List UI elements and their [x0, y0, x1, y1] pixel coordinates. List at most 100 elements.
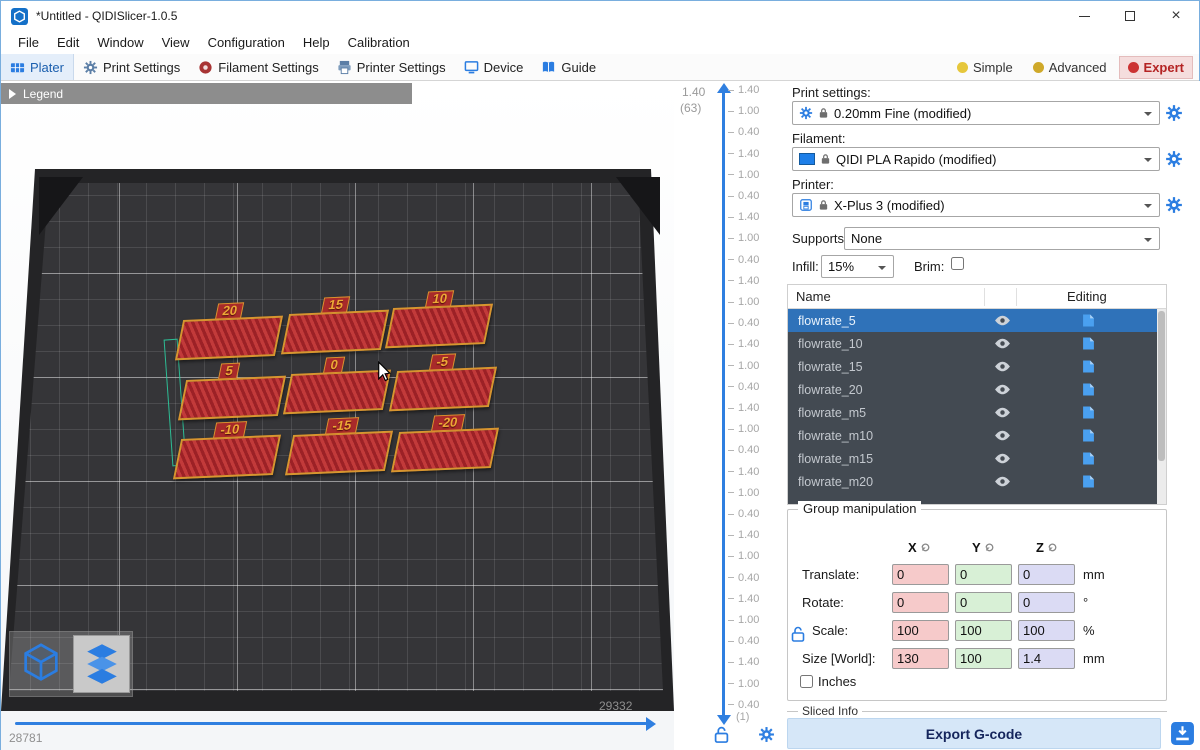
inches-toggle[interactable]: Inches [800, 674, 856, 689]
edit-object-icon[interactable] [1082, 314, 1095, 327]
reset-x-icon[interactable] [920, 542, 931, 553]
translate-y-field[interactable] [955, 564, 1012, 585]
size-y-field[interactable] [955, 648, 1012, 669]
translate-z-field[interactable] [1018, 564, 1075, 585]
menu-window[interactable]: Window [88, 33, 152, 52]
layer-slider-down-arrow-icon[interactable] [717, 715, 731, 725]
object-row-flowrate_10[interactable]: flowrate_10 [788, 332, 1157, 355]
flowrate-tile-5[interactable]: 5 [178, 376, 286, 421]
object-row-flowrate_20[interactable]: flowrate_20 [788, 378, 1157, 401]
mode-expert[interactable]: Expert [1119, 56, 1193, 79]
uniform-scale-lock-icon[interactable] [791, 626, 805, 643]
inches-checkbox[interactable] [800, 675, 813, 688]
menu-edit[interactable]: Edit [48, 33, 88, 52]
size-x-field[interactable] [892, 648, 949, 669]
rotate-y-field[interactable] [955, 592, 1012, 613]
scale-z-field[interactable] [1018, 620, 1075, 641]
menu-help[interactable]: Help [294, 33, 339, 52]
printer-edit-gear-icon[interactable] [1165, 196, 1183, 214]
edit-object-icon[interactable] [1082, 406, 1095, 419]
tab-filament-settings[interactable]: Filament Settings [189, 54, 327, 80]
object-row-flowrate_m10[interactable]: flowrate_m10 [788, 424, 1157, 447]
maximize-button[interactable] [1107, 1, 1153, 31]
object-name: flowrate_20 [798, 383, 863, 397]
menu-file[interactable]: File [9, 33, 48, 52]
object-row-flowrate_15[interactable]: flowrate_15 [788, 355, 1157, 378]
layer-settings-gear-icon[interactable] [758, 726, 775, 743]
minimize-button[interactable] [1061, 1, 1107, 31]
flowrate-tile-15[interactable]: 15 [281, 310, 389, 355]
size-z-field[interactable] [1018, 648, 1075, 669]
layer-lock-icon[interactable] [714, 726, 729, 743]
tab-plater[interactable]: Plater [1, 54, 74, 80]
layer-top-index: (63) [680, 101, 701, 115]
edit-object-icon[interactable] [1082, 383, 1095, 396]
flowrate-tile--20[interactable]: -20 [391, 428, 499, 473]
edit-object-icon[interactable] [1082, 475, 1095, 488]
printer-combo[interactable]: X-Plus 3 (modified) [792, 193, 1160, 217]
object-row-flowrate_m5[interactable]: flowrate_m5 [788, 401, 1157, 424]
legend-bar[interactable]: Legend [1, 83, 412, 104]
edit-object-icon[interactable] [1082, 452, 1095, 465]
visibility-eye-icon[interactable] [994, 384, 1011, 395]
tab-guide[interactable]: Guide [532, 54, 605, 80]
filament-edit-gear-icon[interactable] [1165, 150, 1183, 168]
edit-object-icon[interactable] [1082, 337, 1095, 350]
flowrate-tile-0[interactable]: 0 [283, 370, 391, 415]
reset-z-icon[interactable] [1047, 542, 1058, 553]
reset-y-icon[interactable] [984, 542, 995, 553]
scale-y-field[interactable] [955, 620, 1012, 641]
view-layers-button[interactable] [73, 635, 130, 693]
right-sidebar: Print settings: 0.20mm Fine (modified) F… [784, 81, 1200, 750]
filament-combo[interactable]: QIDI PLA Rapido (modified) [792, 147, 1160, 171]
brim-checkbox[interactable] [951, 257, 964, 270]
print-settings-combo[interactable]: 0.20mm Fine (modified) [792, 101, 1160, 125]
supports-value: None [851, 231, 882, 246]
edit-object-icon[interactable] [1082, 360, 1095, 373]
scale-x-field[interactable] [892, 620, 949, 641]
horizontal-slider-arrow-icon[interactable] [646, 717, 656, 731]
object-list-scrollbar[interactable] [1157, 309, 1166, 504]
layer-tick-label: 1.40 [728, 337, 759, 351]
scrollbar-thumb[interactable] [1158, 311, 1165, 461]
visibility-eye-icon[interactable] [994, 315, 1011, 326]
visibility-eye-icon[interactable] [994, 361, 1011, 372]
menu-configuration[interactable]: Configuration [199, 33, 294, 52]
menu-view[interactable]: View [153, 33, 199, 52]
view-3d-button[interactable] [12, 635, 69, 693]
rotate-z-field[interactable] [1018, 592, 1075, 613]
tile-value-label: -5 [429, 353, 456, 370]
visibility-eye-icon[interactable] [994, 338, 1011, 349]
infill-combo[interactable]: 15% [821, 255, 894, 278]
visibility-eye-icon[interactable] [994, 407, 1011, 418]
export-gcode-button[interactable]: Export G-code [787, 718, 1161, 749]
flowrate-tile--5[interactable]: -5 [389, 367, 497, 412]
visibility-eye-icon[interactable] [994, 453, 1011, 464]
tab-printer-settings[interactable]: Printer Settings [328, 54, 455, 80]
menu-calibration[interactable]: Calibration [339, 33, 419, 52]
tab-print-settings[interactable]: Print Settings [74, 54, 189, 80]
flowrate-tile--15[interactable]: -15 [285, 431, 393, 476]
horizontal-move-slider[interactable] [15, 722, 647, 725]
object-row-flowrate_5[interactable]: flowrate_5 [788, 309, 1157, 332]
visibility-eye-icon[interactable] [994, 476, 1011, 487]
close-button[interactable]: × [1153, 1, 1199, 31]
export-to-sd-icon[interactable] [1170, 721, 1195, 746]
viewport-3d[interactable]: 20151050-5-10-15-20 Legend 29332 28781 [1, 81, 674, 750]
edit-object-icon[interactable] [1082, 429, 1095, 442]
layer-slider[interactable] [722, 93, 725, 715]
translate-label: Translate: [802, 567, 859, 582]
flowrate-tile--10[interactable]: -10 [173, 435, 281, 480]
object-row-flowrate_m15[interactable]: flowrate_m15 [788, 447, 1157, 470]
mode-simple[interactable]: Simple [949, 57, 1021, 78]
rotate-x-field[interactable] [892, 592, 949, 613]
supports-combo[interactable]: None [844, 227, 1160, 250]
flowrate-tile-10[interactable]: 10 [385, 304, 493, 349]
mode-advanced[interactable]: Advanced [1025, 57, 1115, 78]
tab-device[interactable]: Device [455, 54, 533, 80]
object-row-flowrate_m20[interactable]: flowrate_m20 [788, 470, 1157, 493]
flowrate-tile-20[interactable]: 20 [175, 316, 283, 361]
translate-x-field[interactable] [892, 564, 949, 585]
print-settings-edit-gear-icon[interactable] [1165, 104, 1183, 122]
visibility-eye-icon[interactable] [994, 430, 1011, 441]
